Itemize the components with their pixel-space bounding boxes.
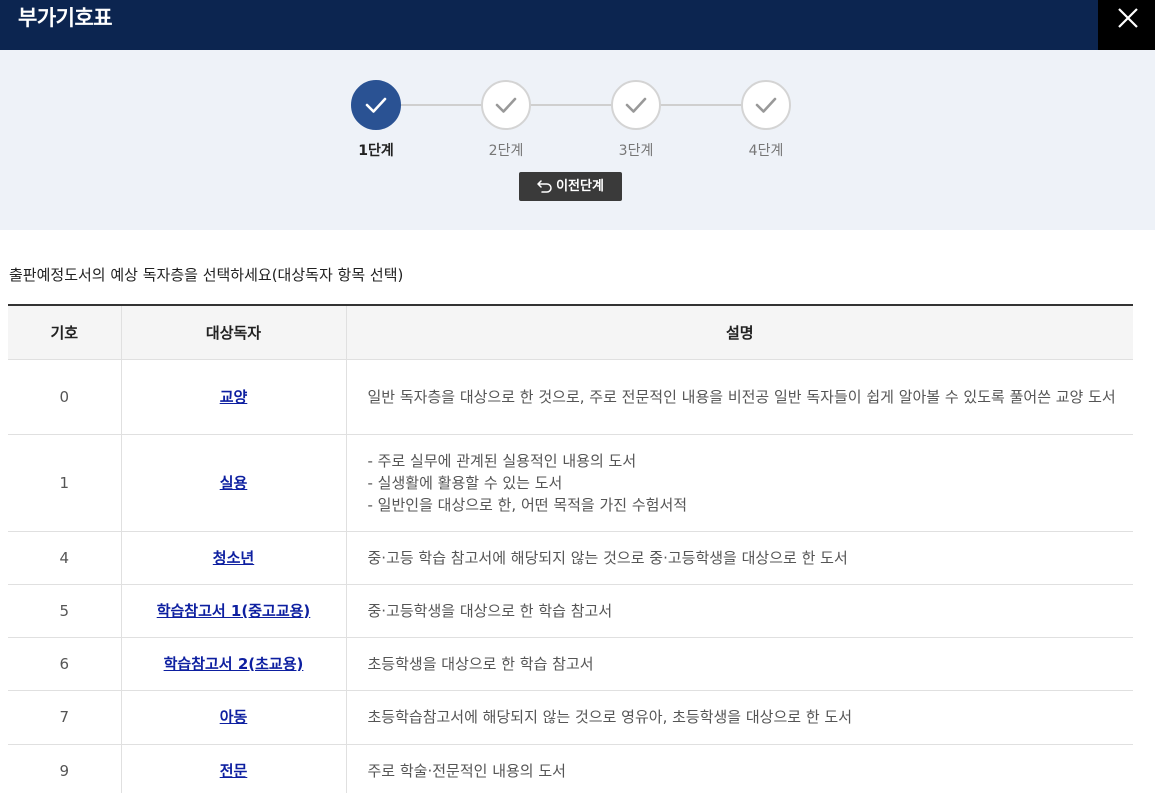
- desc-cell: 초등학습참고서에 해당되지 않는 것으로 영유아, 초등학생을 대상으로 한 도…: [345, 690, 1133, 745]
- name-cell: 교양: [120, 359, 346, 435]
- desc-cell: 주로 학술·전문적인 내용의 도서: [345, 744, 1133, 793]
- desc-line: 중·고등 학습 참고서에 해당되지 않는 것으로 중·고등학생을 대상으로 한 …: [367, 548, 848, 567]
- header-target-reader: 대상독자: [120, 304, 346, 360]
- table-row: 4 청소년 중·고등 학습 참고서에 해당되지 않는 것으로 중·고등학생을 대…: [8, 531, 1133, 585]
- desc-line: 초등학생을 대상으로 한 학습 참고서: [367, 654, 594, 673]
- desc-line: 주로 학술·전문적인 내용의 도서: [367, 761, 566, 780]
- table-row: 0 교양 일반 독자층을 대상으로 한 것으로, 주로 전문적인 내용을 비전공…: [8, 359, 1133, 435]
- step-circle: [611, 80, 661, 130]
- desc-line: 일반 독자층을 대상으로 한 것으로, 주로 전문적인 내용을 비전공 일반 독…: [367, 387, 1116, 406]
- step-progress: 1단계 2단계 3단계 4단계 이전단계: [0, 50, 1155, 230]
- table-row: 7 아동 초등학습참고서에 해당되지 않는 것으로 영유아, 초등학생을 대상으…: [8, 690, 1133, 745]
- step-2: 2단계: [466, 80, 546, 160]
- step-label: 4단계: [748, 143, 784, 159]
- desc-cell: - 주로 실무에 관계된 실용적인 내용의 도서 - 실생활에 활용할 수 있는…: [345, 434, 1133, 532]
- reader-link-youth[interactable]: 청소년: [213, 549, 254, 567]
- step-circle: [741, 80, 791, 130]
- step-3: 3단계: [596, 80, 676, 160]
- check-icon: [755, 97, 777, 113]
- desc-line: - 일반인을 대상으로 한, 어떤 목적을 가진 수험서적: [367, 495, 688, 514]
- previous-step-button[interactable]: 이전단계: [519, 172, 622, 201]
- code-cell: 9: [8, 744, 121, 793]
- code-cell: 7: [8, 690, 121, 745]
- code-cell: 1: [8, 434, 121, 532]
- header-code: 기호: [8, 304, 121, 360]
- check-icon: [495, 97, 517, 113]
- step-label: 1단계: [358, 143, 394, 159]
- code-cell: 5: [8, 584, 121, 638]
- table-row: 1 실용 - 주로 실무에 관계된 실용적인 내용의 도서 - 실생활에 활용할…: [8, 434, 1133, 532]
- name-cell: 학습참고서 1(중고교용): [120, 584, 346, 638]
- reader-link-practical[interactable]: 실용: [220, 474, 248, 492]
- step-4: 4단계: [726, 80, 806, 160]
- name-cell: 전문: [120, 744, 346, 793]
- desc-line: 중·고등학생을 대상으로 한 학습 참고서: [367, 601, 613, 620]
- reader-link-study-elementary[interactable]: 학습참고서 2(초교용): [164, 655, 304, 673]
- modal-header: 부가기호표: [0, 0, 1155, 50]
- reader-link-professional[interactable]: 전문: [220, 762, 248, 780]
- reader-link-study-secondary[interactable]: 학습참고서 1(중고교용): [157, 602, 311, 620]
- desc-cell: 중·고등학생을 대상으로 한 학습 참고서: [345, 584, 1133, 638]
- check-icon: [625, 97, 647, 113]
- desc-line: - 주로 실무에 관계된 실용적인 내용의 도서: [367, 451, 637, 470]
- instruction-text: 출판예정도서의 예상 독자층을 선택하세요(대상독자 항목 선택): [9, 266, 404, 284]
- code-cell: 6: [8, 637, 121, 691]
- step-label: 2단계: [488, 143, 524, 159]
- step-circle: [481, 80, 531, 130]
- header-description: 설명: [345, 304, 1133, 360]
- desc-line: 초등학습참고서에 해당되지 않는 것으로 영유아, 초등학생을 대상으로 한 도…: [367, 708, 853, 726]
- modal-title: 부가기호표: [18, 6, 113, 30]
- undo-arrow-icon: [537, 180, 552, 193]
- name-cell: 아동: [120, 690, 346, 745]
- code-cell: 4: [8, 531, 121, 585]
- reader-link-children[interactable]: 아동: [220, 708, 248, 726]
- step-label: 3단계: [618, 143, 654, 159]
- desc-cell: 일반 독자층을 대상으로 한 것으로, 주로 전문적인 내용을 비전공 일반 독…: [345, 359, 1133, 435]
- table-row: 5 학습참고서 1(중고교용) 중·고등학생을 대상으로 한 학습 참고서: [8, 584, 1133, 638]
- step-1: 1단계: [336, 80, 416, 160]
- check-icon: [365, 97, 387, 113]
- desc-line: - 실생활에 활용할 수 있는 도서: [367, 473, 563, 492]
- table-row: 9 전문 주로 학술·전문적인 내용의 도서: [8, 744, 1133, 793]
- step-circle: [351, 80, 401, 130]
- table-row: 6 학습참고서 2(초교용) 초등학생을 대상으로 한 학습 참고서: [8, 637, 1133, 691]
- desc-cell: 초등학생을 대상으로 한 학습 참고서: [345, 637, 1133, 691]
- previous-step-label: 이전단계: [556, 179, 604, 194]
- reader-code-table: 기호 대상독자 설명 0 교양 일반 독자층을 대상으로 한 것으로, 주로 전…: [8, 304, 1133, 793]
- close-icon: [1118, 8, 1138, 28]
- name-cell: 학습참고서 2(초교용): [120, 637, 346, 691]
- code-cell: 0: [8, 359, 121, 435]
- name-cell: 청소년: [120, 531, 346, 585]
- name-cell: 실용: [120, 434, 346, 532]
- desc-cell: 중·고등 학습 참고서에 해당되지 않는 것으로 중·고등학생을 대상으로 한 …: [345, 531, 1133, 585]
- table-header-row: 기호 대상독자 설명: [8, 304, 1133, 360]
- close-button[interactable]: [1098, 0, 1155, 50]
- reader-link-general[interactable]: 교양: [220, 388, 248, 406]
